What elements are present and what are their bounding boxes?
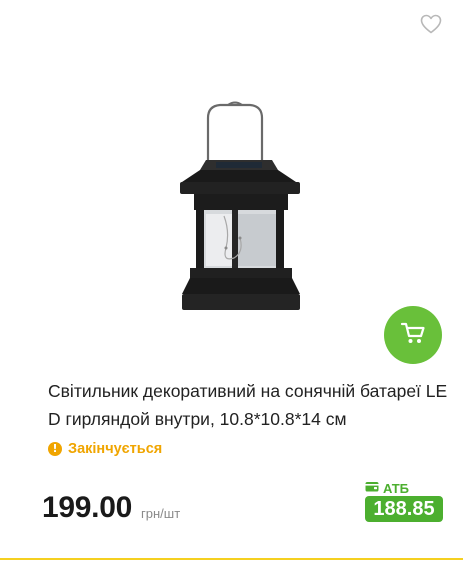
- loyalty-card-price: 188.85: [365, 496, 443, 522]
- price-unit: грн/шт: [141, 506, 181, 521]
- add-to-cart-button[interactable]: [384, 306, 442, 364]
- page: Світильник декоративний на сонячній бата…: [0, 0, 463, 574]
- wallet-icon: [365, 479, 379, 497]
- product-title[interactable]: Світильник декоративний на сонячній бата…: [48, 377, 448, 433]
- stock-status-text: Закінчується: [68, 441, 163, 457]
- section-divider: [0, 558, 463, 560]
- cart-icon: [400, 321, 426, 350]
- product-card[interactable]: Світильник декоративний на сонячній бата…: [8, 0, 455, 550]
- heart-icon[interactable]: [420, 14, 442, 34]
- product-image[interactable]: [168, 98, 314, 320]
- loyalty-card-name: АТБ: [382, 480, 409, 496]
- product-price: 199.00: [42, 491, 132, 524]
- exclamation-circle-icon: !: [48, 442, 62, 456]
- loyalty-card-label: АТБ: [365, 479, 409, 497]
- next-product-card[interactable]: [8, 563, 455, 574]
- stock-status: ! Закінчується: [48, 439, 162, 459]
